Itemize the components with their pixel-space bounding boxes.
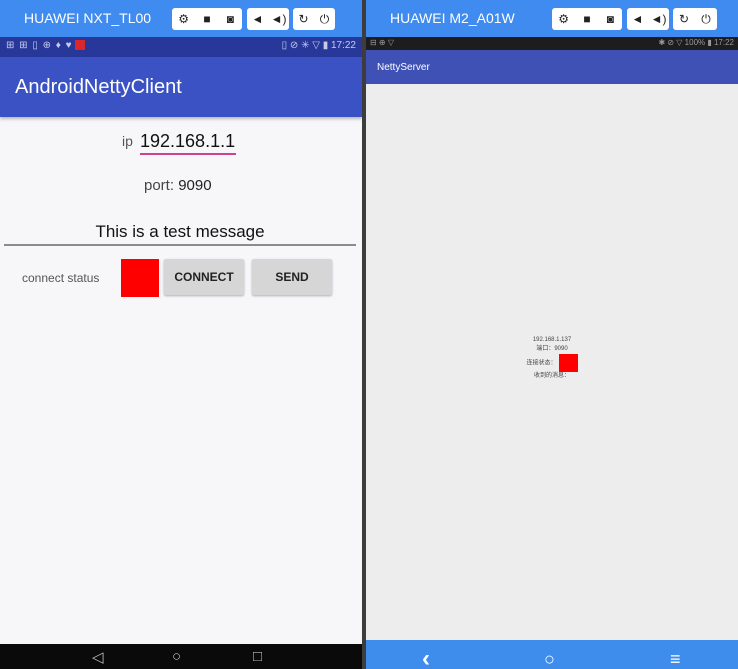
status-bar-left-icons: ⊟ ⊕ ▽ (370, 38, 395, 47)
volume-up-icon[interactable]: ◄) (649, 8, 669, 30)
home-icon[interactable]: ○ (544, 649, 555, 669)
server-info-block: 192.168.1.137 端口：9090 连接状态： 收到的消息： (366, 336, 738, 381)
ip-input[interactable] (140, 127, 236, 155)
send-button[interactable]: SEND (252, 259, 332, 295)
app-title: AndroidNettyClient (15, 76, 182, 98)
server-ip: 192.168.1.137 (532, 337, 572, 343)
server-status-label: 连接状态： (526, 360, 557, 367)
app-toolbar: NettyServer (366, 50, 738, 84)
android-nav-bar: ◁ ○ □ (0, 644, 362, 669)
home-icon[interactable]: ○ (172, 648, 181, 665)
connect-button[interactable]: CONNECT (164, 259, 244, 295)
port-row: port: 9090 (144, 177, 212, 194)
server-device-window: HUAWEI M2_A01W ⚙ ■ ◙ ◄ ◄) ↻ ⏻ ⊟ ⊕ ▽ ✱ ⊘ … (366, 0, 738, 669)
power-icon[interactable]: ⏻ (315, 8, 335, 30)
device-titlebar: HUAWEI NXT_TL00 ⚙ ■ ◙ ◄ ◄) ↻ ⏻ (0, 0, 362, 37)
status-bar-right-icons: ▯ ⊘ ✳ ▽ ▮ 17:22 (281, 40, 356, 51)
device-titlebar: HUAWEI M2_A01W ⚙ ■ ◙ ◄ ◄) ↻ ⏻ (366, 0, 738, 37)
rotate-icon[interactable]: ↻ (674, 8, 694, 30)
notification-icon (74, 40, 85, 51)
app-title: NettyServer (377, 62, 430, 73)
settings-icon[interactable]: ⚙ (554, 8, 574, 30)
received-message-label: 收到的消息： (533, 373, 570, 379)
video-record-icon[interactable]: ■ (197, 8, 217, 30)
capture-controls: ⚙ ■ ◙ (552, 8, 622, 30)
power-controls: ↻ ⏻ (673, 8, 717, 30)
volume-down-icon[interactable]: ◄ (628, 8, 648, 30)
app-toolbar: AndroidNettyClient (0, 57, 362, 117)
status-bar-right-icons: ✱ ⊘ ▽ 100% ▮ 17:22 (658, 38, 734, 47)
device-title: HUAWEI NXT_TL00 (24, 10, 152, 26)
power-icon[interactable]: ⏻ (696, 8, 716, 30)
rotate-icon[interactable]: ↻ (294, 8, 314, 30)
ip-row: ip (0, 127, 362, 157)
status-bar-left-icons: ⊞ ⊞ ▯ ⊕ ♦ ♥ (6, 40, 85, 51)
settings-icon[interactable]: ⚙ (174, 8, 194, 30)
device-title: HUAWEI M2_A01W (390, 10, 515, 26)
server-status-indicator (558, 354, 578, 372)
menu-icon[interactable]: ≡ (670, 649, 681, 669)
capture-controls: ⚙ ■ ◙ (172, 8, 242, 30)
server-status-row: 连接状态： (366, 354, 738, 372)
camera-icon[interactable]: ◙ (600, 8, 620, 30)
server-port: 端口：9090 (536, 346, 568, 352)
android-nav-bar: ‹ ○ ≡ (366, 640, 738, 669)
android-status-bar: ⊞ ⊞ ▯ ⊕ ♦ ♥ ▯ ⊘ ✳ ▽ ▮ 17:22 (0, 37, 362, 57)
ip-label: ip (122, 133, 133, 149)
recent-apps-icon[interactable]: □ (253, 648, 262, 665)
video-record-icon[interactable]: ■ (577, 8, 597, 30)
port-value: 9090 (178, 177, 212, 194)
client-device-window: HUAWEI NXT_TL00 ⚙ ■ ◙ ◄ ◄) ↻ ⏻ ⊞ ⊞ ▯ ⊕ ♦… (0, 0, 362, 669)
volume-down-icon[interactable]: ◄ (248, 8, 268, 30)
volume-up-icon[interactable]: ◄) (269, 8, 289, 30)
back-icon[interactable]: ‹ (422, 645, 430, 669)
volume-controls: ◄ ◄) (627, 8, 669, 30)
back-icon[interactable]: ◁ (92, 648, 104, 666)
connect-status-indicator (121, 259, 159, 297)
port-label: port: (144, 177, 175, 194)
message-input[interactable]: This is a test message (4, 218, 356, 246)
connect-status-label: connect status (22, 271, 100, 285)
power-controls: ↻ ⏻ (293, 8, 335, 30)
camera-icon[interactable]: ◙ (220, 8, 240, 30)
volume-controls: ◄ ◄) (247, 8, 289, 30)
connect-status-row: connect status CONNECT SEND (0, 258, 362, 298)
android-status-bar: ⊟ ⊕ ▽ ✱ ⊘ ▽ 100% ▮ 17:22 (366, 37, 738, 50)
